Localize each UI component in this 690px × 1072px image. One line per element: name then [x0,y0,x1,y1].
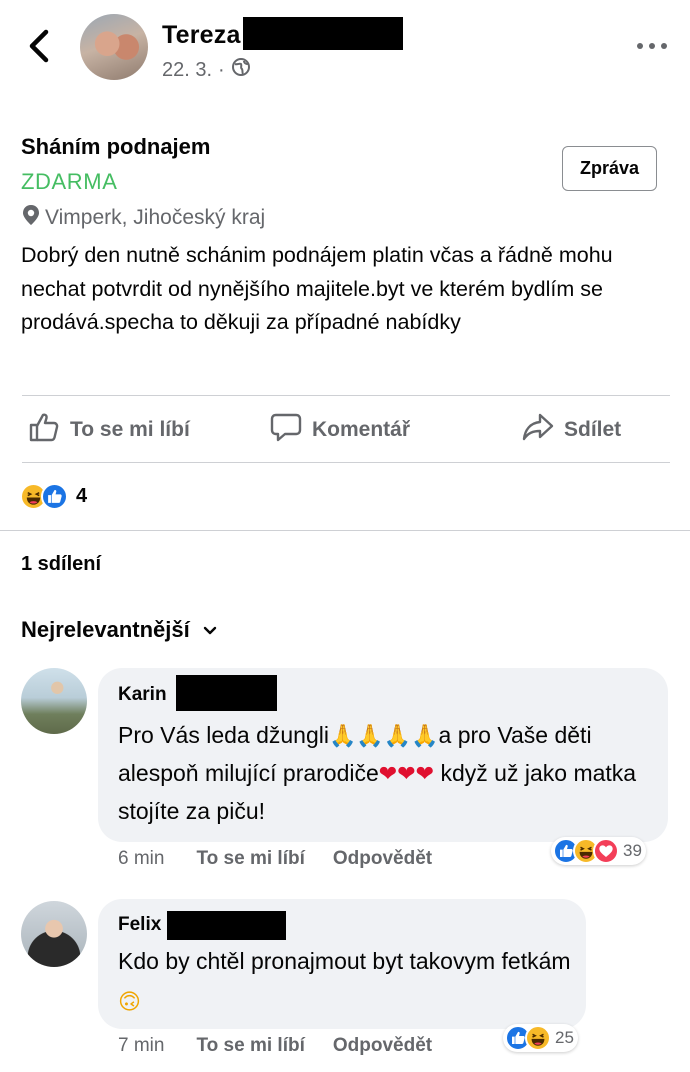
post-meta: 22. 3. · [162,57,251,83]
comment-reactions[interactable]: 39 [551,837,646,865]
comment-text: Pro Vás leda džungli🙏🙏🙏🙏a pro Vaše děti … [118,722,637,824]
commenter-name[interactable]: Felix [118,914,161,936]
author-avatar[interactable] [80,14,148,80]
upside-down-face-emoji: 🙃 [118,990,141,1015]
meta-separator: · [218,58,225,81]
comment-like-button[interactable]: To se mi líbí [196,848,304,870]
comment-bubble-icon [270,411,302,449]
comment-meta: 7 min To se mi líbí Odpovědět [118,1035,432,1057]
commenter-avatar[interactable] [21,668,87,734]
more-options-icon[interactable] [632,36,672,56]
redaction-bar [243,17,403,50]
shares-count[interactable]: 1 sdílení [21,553,101,576]
like-button[interactable]: To se mi líbí [28,410,190,450]
chevron-down-icon [202,617,218,643]
comment-sort-dropdown[interactable]: Nejrelevantnější [21,617,218,643]
comment-time: 7 min [118,1035,165,1056]
reactions-summary[interactable]: 4 [20,482,87,510]
section-divider [0,530,690,531]
reaction-count: 4 [76,484,88,507]
divider [22,395,670,396]
redaction-bar [176,675,277,711]
like-label: To se mi líbí [70,418,190,441]
comment-reaction-count: 25 [555,1028,574,1047]
comment-label: Komentář [312,418,411,441]
message-button[interactable]: Zpráva [562,146,657,191]
commenter-name[interactable]: Karin [118,684,167,706]
comment-text: Kdo by chtěl pronajmout byt takovym fetk… [118,948,571,1015]
comment-reaction-count: 39 [623,841,642,860]
haha-reaction-icon [525,1025,551,1051]
globe-icon [231,57,251,83]
listing-description: Dobrý den nutně schánim podnájem platin … [21,243,613,334]
comment-button[interactable]: Komentář [270,410,410,450]
red-heart-emoji: ❤❤❤ [378,762,435,787]
divider [22,462,670,463]
share-arrow-icon [522,411,554,449]
listing-location: Vimperk, Jihočeský kraj [21,203,265,233]
location-text: Vimperk, Jihočeský kraj [45,206,266,229]
listing-price: ZDARMA [21,169,118,194]
thumbs-up-icon [28,411,60,449]
sort-label: Nejrelevantnější [21,617,190,642]
post-date: 22. 3. [162,58,213,81]
listing-title: Sháním podnajem [21,134,211,159]
comment-reply-button[interactable]: Odpovědět [333,1035,432,1057]
comment-meta: 6 min To se mi líbí Odpovědět [118,848,432,870]
comment-reactions[interactable]: 25 [503,1024,578,1052]
back-arrow-icon[interactable] [22,26,58,66]
like-reaction-icon [41,482,68,510]
share-button[interactable]: Sdílet [522,410,621,450]
share-label: Sdílet [564,418,622,441]
redaction-bar [167,911,286,940]
comment-time: 6 min [118,848,165,869]
commenter-avatar[interactable] [21,901,87,967]
folded-hands-emoji: 🙏🙏🙏🙏 [328,724,439,749]
location-pin-icon [21,203,41,233]
comment-reply-button[interactable]: Odpovědět [333,848,432,870]
love-reaction-icon [593,838,619,864]
author-name[interactable]: Tereza [162,21,241,50]
comment-like-button[interactable]: To se mi líbí [196,1035,304,1057]
